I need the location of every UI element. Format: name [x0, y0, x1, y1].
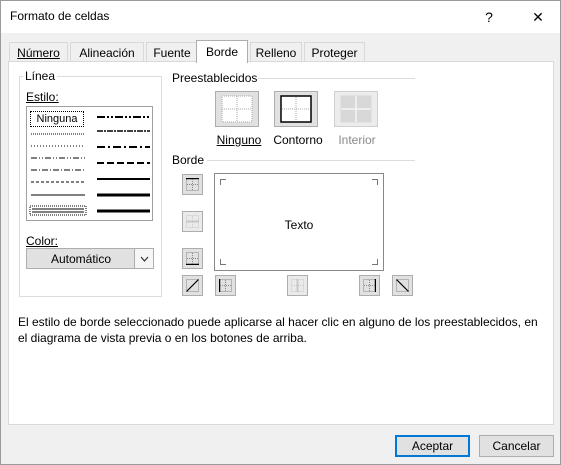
- preset-ninguno-button[interactable]: [215, 91, 259, 127]
- help-icon: ?: [485, 9, 493, 25]
- preestablecidos-title: Preestablecidos: [172, 71, 258, 85]
- line-style-samples: [29, 116, 150, 216]
- preset-none-icon: [221, 95, 253, 123]
- tab-numero[interactable]: Número: [9, 42, 68, 62]
- border-inside-horizontal-icon: [186, 215, 199, 228]
- color-dropdown-value: Automático: [50, 252, 112, 266]
- preset-contorno-text: Contorno: [273, 133, 323, 147]
- tab-fuente[interactable]: Fuente: [146, 42, 198, 62]
- border-inside-horizontal-button[interactable]: [182, 211, 203, 232]
- chevron-down-icon: [140, 256, 148, 262]
- preview-corner-mark: [220, 179, 226, 185]
- preset-ninguno-text: Ninguno: [216, 133, 262, 147]
- preview-corner-mark: [372, 179, 378, 185]
- cancel-button-label: Cancelar: [492, 439, 541, 453]
- cancel-button[interactable]: Cancelar: [479, 435, 554, 457]
- preset-contorno-label: Contorno: [268, 133, 328, 147]
- preset-outline-icon: [280, 95, 312, 123]
- line-style-list[interactable]: Ninguna: [26, 106, 153, 221]
- accept-button[interactable]: Aceptar: [395, 435, 470, 457]
- tab-borde-label: Borde: [205, 45, 239, 59]
- border-top-icon: [186, 178, 199, 191]
- tab-alineacion-label: Alineación: [79, 45, 135, 60]
- close-button[interactable]: ✕: [516, 1, 560, 33]
- preestablecidos-divider: [258, 78, 415, 79]
- preset-contorno-button[interactable]: [274, 91, 318, 127]
- border-inside-vertical-button[interactable]: [287, 275, 308, 296]
- tab-relleno-label: Relleno: [255, 45, 297, 60]
- border-preview-area[interactable]: Texto: [214, 173, 384, 271]
- border-inside-vertical-icon: [291, 279, 304, 292]
- border-left-icon: [219, 279, 232, 292]
- tab-borde[interactable]: Borde: [196, 40, 248, 63]
- border-right-icon: [363, 279, 376, 292]
- tab-relleno[interactable]: Relleno: [250, 42, 302, 62]
- preset-interior-text: Interior: [338, 133, 376, 147]
- close-icon: ✕: [532, 8, 544, 25]
- tab-proteger-label: Proteger: [311, 45, 358, 60]
- border-right-button[interactable]: [359, 275, 380, 296]
- tab-fuente-label: Fuente: [153, 45, 191, 60]
- color-label: Color:: [26, 234, 58, 248]
- preset-ninguno-label: Ninguno: [209, 133, 269, 147]
- borde-divider: [207, 160, 415, 161]
- borde-title: Borde: [172, 153, 205, 167]
- color-label-text: Color:: [26, 234, 59, 248]
- tab-alineacion[interactable]: Alineación: [70, 42, 144, 62]
- color-dropdown[interactable]: Automático: [26, 248, 154, 269]
- description-text: El estilo de borde seleccionado puede ap…: [18, 315, 538, 345]
- format-cells-dialog: Formato de celdas ? ✕ Número Alineación …: [0, 0, 561, 465]
- border-bottom-button[interactable]: [182, 248, 203, 269]
- linea-group: Línea Estilo: Ninguna Color: Automático: [19, 69, 162, 297]
- diagonal-up-icon: [186, 279, 199, 292]
- title-bar: Formato de celdas ? ✕: [1, 1, 560, 33]
- dialog-title: Formato de celdas: [10, 9, 110, 23]
- border-left-button[interactable]: [215, 275, 236, 296]
- preview-corner-mark: [220, 259, 226, 265]
- preset-inside-icon: [340, 95, 372, 123]
- preview-corner-mark: [372, 259, 378, 265]
- diagonal-down-icon: [396, 279, 409, 292]
- border-top-button[interactable]: [182, 174, 203, 195]
- border-diagonal-up-button[interactable]: [182, 275, 203, 296]
- preset-interior-button[interactable]: [334, 91, 378, 127]
- accept-button-label: Aceptar: [411, 439, 454, 453]
- border-diagonal-down-button[interactable]: [392, 275, 413, 296]
- estilo-label: Estilo:: [26, 90, 59, 104]
- preview-text: Texto: [284, 218, 314, 232]
- estilo-label-text: Estilo:: [26, 90, 59, 104]
- preset-interior-label: Interior: [327, 133, 387, 147]
- tab-proteger[interactable]: Proteger: [304, 42, 365, 62]
- linea-group-title: Línea: [23, 69, 58, 83]
- color-dropdown-button[interactable]: [134, 249, 153, 268]
- line-style-selection-box: [29, 205, 87, 216]
- border-bottom-icon: [186, 252, 199, 265]
- tab-numero-label: Número: [17, 45, 60, 60]
- help-button[interactable]: ?: [467, 1, 511, 33]
